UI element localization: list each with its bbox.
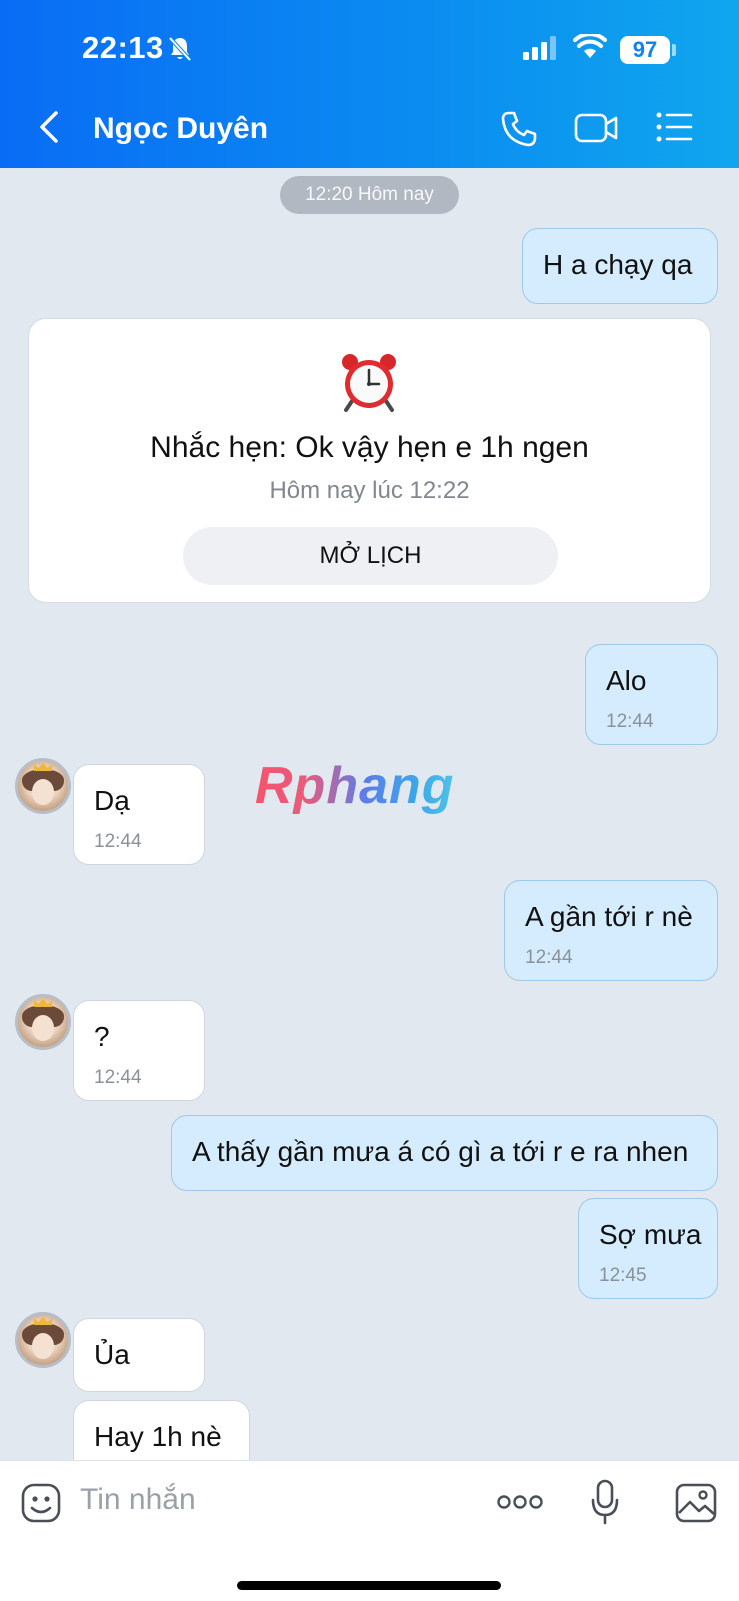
avatar-crown [34, 999, 52, 1007]
message-bubble-received[interactable]: Dạ 12:44 [73, 764, 205, 865]
avatar[interactable] [15, 994, 71, 1050]
message-bubble-sent[interactable]: Alo 12:44 [585, 644, 718, 745]
bell-muted-icon [168, 36, 192, 62]
avatar-face [32, 779, 54, 805]
message-bubble-received[interactable]: ? 12:44 [73, 1000, 205, 1101]
message-time: 12:44 [94, 1067, 142, 1088]
avatar-crown [34, 763, 52, 771]
message-bubble-received[interactable]: Ủa [73, 1318, 205, 1392]
message-text: Hay 1h nè [94, 1421, 222, 1452]
message-time: 12:44 [525, 947, 573, 968]
message-text: Alo [606, 665, 647, 696]
back-chevron-icon[interactable] [36, 110, 60, 144]
message-time: 12:45 [599, 1265, 647, 1286]
message-bubble-sent[interactable]: A thấy gần mưa á có gì a tới r e ra nhen [171, 1115, 718, 1191]
message-text: A gần tới r nè [525, 901, 693, 932]
message-text: Dạ [94, 785, 130, 816]
message-bubble-received[interactable]: Hay 1h nè [73, 1400, 250, 1460]
message-text: A thấy gần mưa á có gì a tới r e ra nhen [192, 1136, 689, 1167]
watermark-logo: Rphang [255, 757, 455, 815]
chat-area[interactable]: 12:20 Hôm nay H a chạy qa Nhắc hẹn: Ok v… [0, 168, 739, 1460]
message-text: ? [94, 1021, 110, 1052]
reminder-time: Hôm nay lúc 12:22 [269, 477, 470, 504]
message-bubble-sent[interactable]: Sợ mưa 12:45 [578, 1198, 718, 1299]
contact-name[interactable]: Ngọc Duyên [93, 112, 268, 146]
date-separator: 12:20 Hôm nay [280, 176, 459, 214]
battery-nub [672, 44, 676, 56]
message-time: 12:44 [94, 831, 142, 852]
message-composer: Tin nhắn [0, 1460, 739, 1601]
image-gallery-icon[interactable] [675, 1483, 717, 1523]
avatar[interactable] [15, 758, 71, 814]
avatar-face [32, 1015, 54, 1041]
message-bubble-sent[interactable]: A gần tới r nè 12:44 [504, 880, 718, 981]
cellular-signal-icon [523, 36, 556, 60]
status-time: 22:13 [82, 30, 164, 65]
battery-indicator: 97 [620, 36, 670, 64]
avatar-crown [34, 1317, 52, 1325]
home-indicator [237, 1581, 501, 1590]
message-text: H a chạy qa [543, 249, 693, 280]
open-calendar-button[interactable]: MỞ LỊCH [183, 527, 558, 585]
wifi-icon [573, 34, 607, 58]
message-time: 12:44 [606, 711, 654, 732]
message-bubble-sent[interactable]: H a chạy qa [522, 228, 718, 304]
microphone-icon[interactable] [590, 1479, 620, 1525]
avatar[interactable] [15, 1312, 71, 1368]
chat-header: 22:13 97 Ngọc Duyên [0, 0, 739, 168]
avatar-face [32, 1333, 54, 1359]
alarm-clock-icon [342, 354, 396, 412]
message-input[interactable]: Tin nhắn [80, 1483, 196, 1517]
message-text: Sợ mưa [599, 1219, 702, 1250]
video-call-icon[interactable] [574, 110, 618, 146]
sticker-emoji-icon[interactable] [21, 1483, 61, 1523]
menu-list-icon[interactable] [655, 110, 693, 144]
message-text: Ủa [94, 1339, 130, 1370]
more-options-icon[interactable] [497, 1493, 543, 1511]
phone-call-icon[interactable] [500, 110, 538, 148]
reminder-card: Nhắc hẹn: Ok vậy hẹn e 1h ngen Hôm nay l… [28, 318, 711, 603]
reminder-title: Nhắc hẹn: Ok vậy hẹn e 1h ngen [150, 431, 589, 464]
